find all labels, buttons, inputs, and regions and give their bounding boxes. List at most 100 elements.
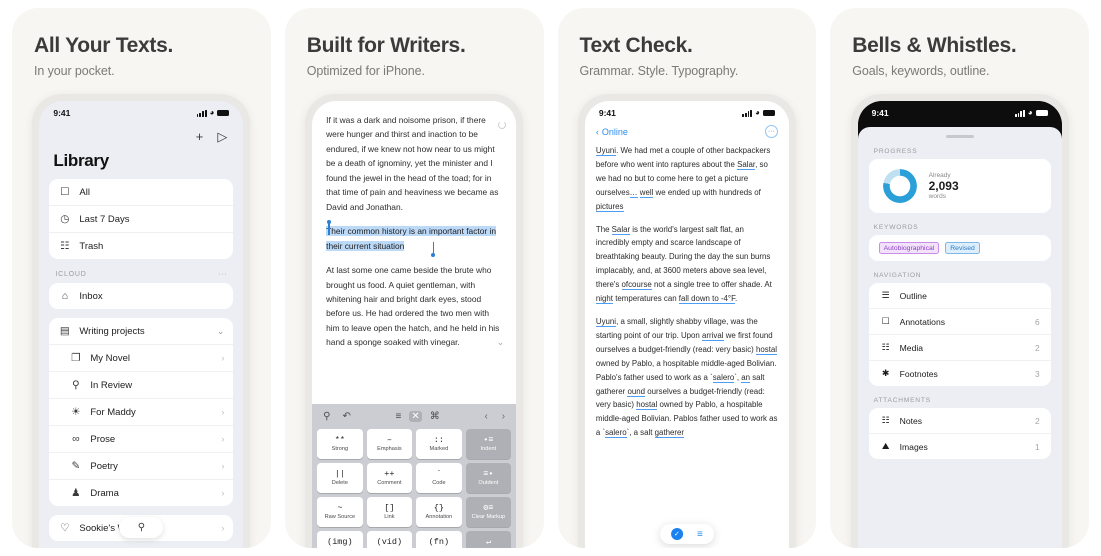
chevron-right-icon[interactable]: › [221,407,224,417]
key-code[interactable]: ` Code [416,463,462,493]
key-marked[interactable]: :: Marked [416,429,462,459]
close-icon[interactable]: ✕ [409,411,422,422]
section-header-progress: PROGRESS [873,148,918,155]
grammar-issue[interactable]: Salar [611,224,631,235]
toolbar-right: ‹ › [484,411,505,422]
list-item-last-7-days[interactable]: ◷ Last 7 Days [49,206,234,233]
attachment-item-notes[interactable]: ☷ Notes 2 [868,408,1051,434]
chevron-right-icon[interactable]: › [221,461,224,471]
page-subtitle: Grammar. Style. Typography. [579,64,739,79]
issues-list-button[interactable]: ≡ [697,529,703,540]
grammar-issue[interactable]: well [639,187,654,198]
list-item-for-maddy[interactable]: ☀ For Maddy › [49,399,234,426]
keyword-tag[interactable]: Revised [945,242,980,254]
key-label: Emphasis [377,445,402,452]
grammar-issue[interactable]: pictures [595,201,624,212]
key-line-break[interactable]: ↵Line Break [465,531,512,548]
key-image[interactable]: (img)Image [317,531,363,548]
text-selection[interactable]: Their common history is an important fac… [326,220,502,258]
attachment-item-images[interactable]: ⛰ Images 1 [869,434,1051,459]
grammar-issue[interactable]: Salar [737,159,756,170]
grammar-issue[interactable]: fall down to -4°F [678,294,736,305]
panel-built-for-writers: Built for Writers. Optimized for iPhone.… [284,8,544,548]
prev-icon[interactable]: ‹ [484,411,487,422]
grammar-issue[interactable]: gatherer [654,428,685,439]
sheet-grabber[interactable] [945,135,974,138]
key-glyph: (img) [327,537,353,548]
grammar-issue[interactable]: … [629,187,638,198]
panel-bells-and-whistles: Bells & Whistles. Goals, keywords, outli… [830,8,1089,548]
add-button[interactable]: + [196,129,204,145]
list-item-inbox[interactable]: ⌂ Inbox [49,283,233,309]
chevron-right-icon[interactable]: › [221,488,224,498]
list-item-drama[interactable]: ♟ Drama › [49,480,233,506]
grammar-issue[interactable]: arrival [702,330,724,341]
chevron-right-icon[interactable]: › [221,353,224,363]
list-item-trash[interactable]: ☷ Trash [49,233,233,259]
notch [912,101,1007,117]
check-button[interactable]: ✓ [670,528,683,540]
grammar-issue[interactable]: hostal [636,400,658,411]
key-video[interactable]: (vid)Video [366,531,413,548]
next-icon[interactable]: › [502,411,505,422]
key-delete[interactable]: || Delete [317,463,363,493]
key-outdent[interactable]: ≡• Outdent [465,463,512,493]
grammar-issue[interactable]: an [741,372,751,383]
chevron-down-icon[interactable]: ⌄ [217,326,225,337]
search-button[interactable]: ⚲ [119,517,164,538]
more-button[interactable]: ··· [764,125,778,138]
undo-icon[interactable]: ↶ [342,411,350,422]
command-icon[interactable]: ⌘ [430,411,440,422]
key-link[interactable]: [] Link [366,497,413,527]
grammar-issue[interactable]: salero [605,428,627,439]
grammar-issue[interactable]: ound [627,386,646,397]
trash-icon: ☷ [60,240,70,252]
key-footnote[interactable]: (fn)Footnote [416,531,462,548]
document-body[interactable]: If it was a dark and noisome prison, if … [312,101,516,350]
play-button[interactable]: ▷ [217,129,227,145]
key-annotation[interactable]: {} Annotation [416,497,462,527]
key-comment[interactable]: ++ Comment [366,463,413,493]
nav-item-label: Footnotes [899,368,938,379]
grammar-issue[interactable]: ofcourse [621,280,652,291]
nav-item-annotations[interactable]: ☐ Annotations 6 [868,309,1051,335]
key-glyph: (vid) [376,537,403,548]
list-item-prose[interactable]: ∞ Prose › [49,426,234,453]
key-label: Marked [429,445,449,452]
list-item-writing-projects[interactable]: ▤ Writing projects ⌄ [49,318,234,345]
wifi-icon: ◕ [1027,108,1033,117]
grammar-issue[interactable]: night [595,294,613,305]
key-label: Raw Source [324,513,356,520]
key-emphasis[interactable]: – Emphasis [366,429,413,459]
key-clear-markup[interactable]: ⚙≡ Clear Markup [465,497,512,527]
chevron-down-icon[interactable]: ⌄ [497,337,505,348]
nav-item-footnotes[interactable]: ✱ Footnotes 3 [869,361,1051,386]
nav-item-outline[interactable]: ☰ Outline [868,283,1051,309]
nav-item-label: Outline [899,290,927,301]
proofing-document[interactable]: Uyuni. We had met a couple of other back… [585,144,789,440]
grammar-issue[interactable]: salero [712,372,735,383]
grammar-issue[interactable]: hostal [755,344,778,355]
grammar-issue[interactable]: Uyuni [595,316,617,327]
progress-prelabel: Already [928,171,951,179]
list-item-in-review[interactable]: ⚲ In Review [49,372,234,399]
key-label: Indent [480,445,497,452]
back-button[interactable]: ‹ Online [596,127,628,137]
chevron-right-icon[interactable]: › [221,434,224,444]
nav-item-media[interactable]: ☷ Media 2 [868,335,1051,361]
selection-handle-end[interactable] [431,242,436,258]
grammar-issue[interactable]: Uyuni [595,146,617,156]
keyword-tag[interactable]: Autobiographical [878,242,940,254]
chevron-right-icon[interactable]: › [221,523,224,533]
search-icon[interactable]: ⚲ [323,411,330,422]
progress-card: Already 2,093 words [868,159,1051,213]
key-strong[interactable]: ** Strong [317,429,363,459]
key-indent[interactable]: •≡ Indent [465,429,512,459]
list-item-all[interactable]: ☐ All [49,179,234,206]
key-glyph: ≡• [483,469,494,480]
key-raw-source[interactable]: ~ Raw Source [317,497,363,527]
list-item-my-novel[interactable]: ❐ My Novel › [49,345,234,372]
list-icon[interactable]: ≡ [396,411,402,422]
list-item-poetry[interactable]: ✎ Poetry › [49,453,234,480]
more-icon[interactable]: ··· [218,271,227,278]
